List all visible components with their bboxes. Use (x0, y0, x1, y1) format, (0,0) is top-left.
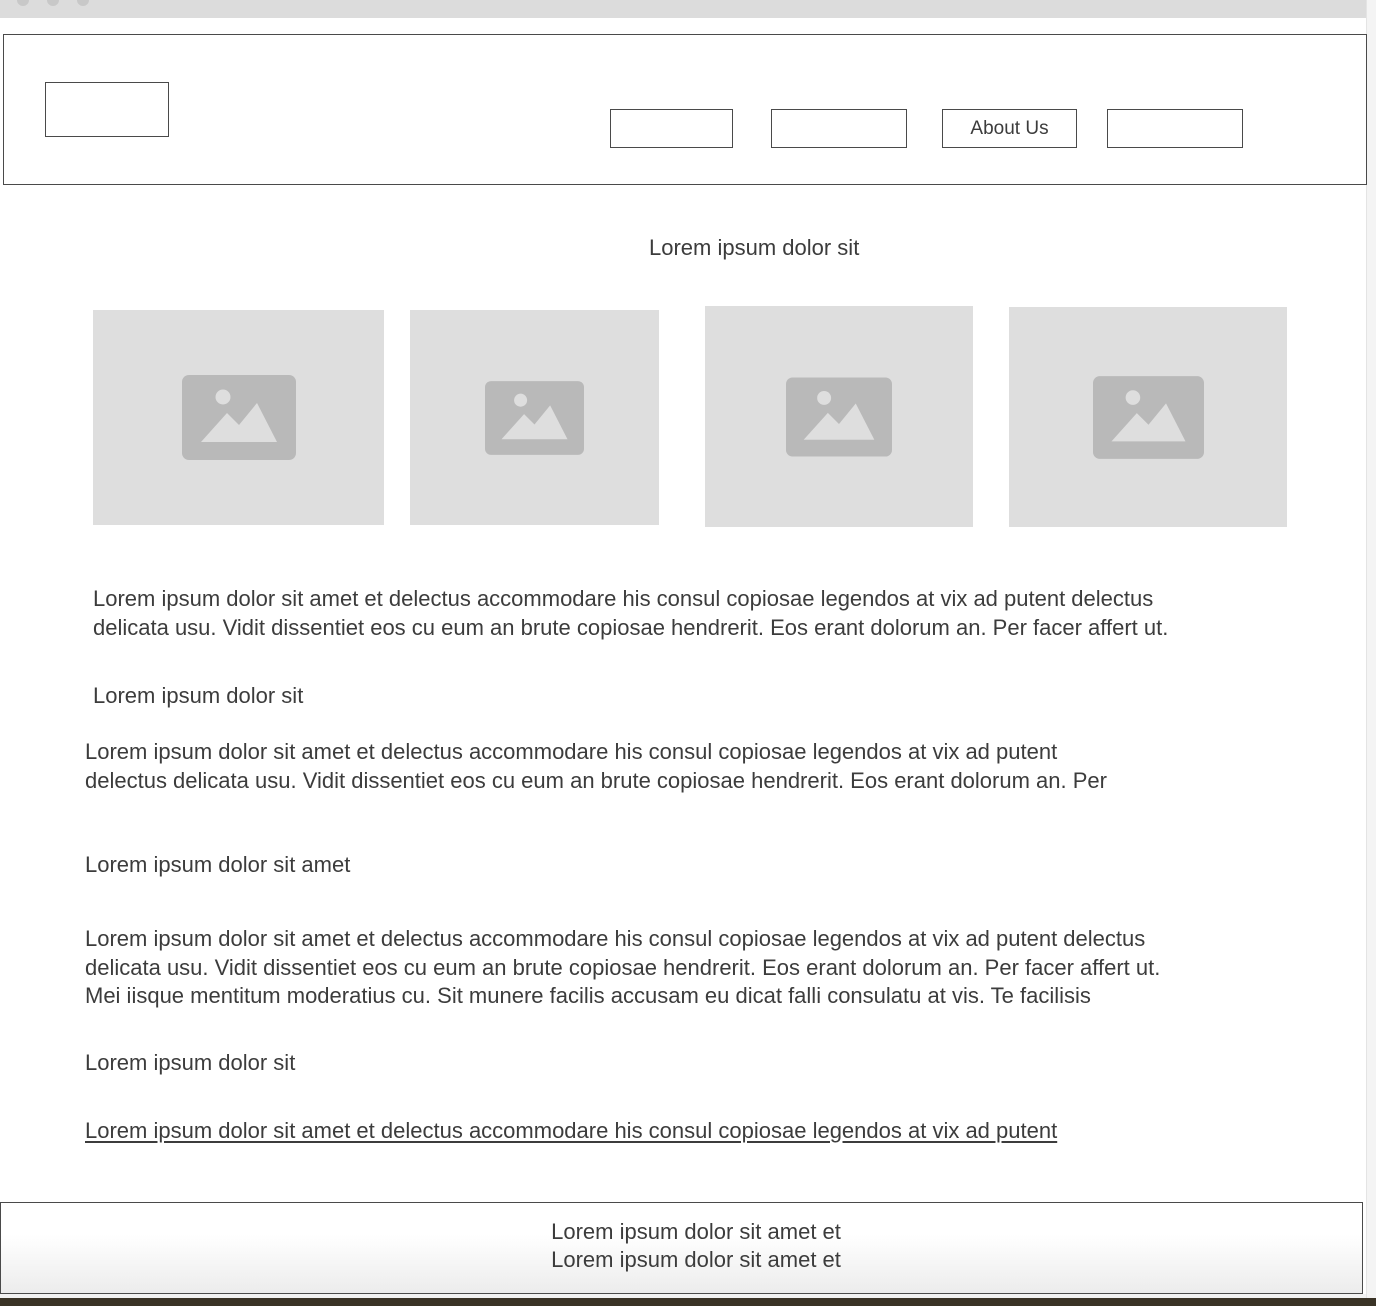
image-placeholder-icon (1092, 375, 1204, 459)
image-placeholder-4 (1009, 307, 1287, 527)
intro-paragraph: Lorem ipsum dolor sit amet et delectus a… (93, 585, 1168, 642)
image-placeholder-1 (93, 310, 384, 525)
intro-line: delicata usu. Vidit dissentiet eos cu eu… (93, 614, 1169, 640)
logo-placeholder[interactable] (45, 82, 169, 137)
nav-button-4[interactable] (1107, 109, 1243, 148)
nav-button-2[interactable] (771, 109, 907, 148)
image-placeholder-icon (181, 375, 296, 460)
desktop-background-strip (0, 1298, 1376, 1306)
scrollbar-track[interactable] (1366, 0, 1376, 1306)
content-link[interactable]: Lorem ipsum dolor sit amet et delectus a… (85, 1118, 1057, 1143)
paragraph-2: Lorem ipsum dolor sit amet et delectus a… (85, 925, 1160, 1011)
nav-button-about-us[interactable]: About Us (942, 109, 1077, 148)
footer-line: Lorem ipsum dolor sit amet et (551, 1219, 841, 1244)
image-placeholder-2 (410, 310, 659, 525)
paragraph-line: Lorem ipsum dolor sit amet et delectus a… (85, 926, 1146, 951)
paragraph-1: Lorem ipsum dolor sit amet et delectus a… (85, 738, 1107, 795)
subheading-2: Lorem ipsum dolor sit amet (85, 852, 351, 877)
paragraph-line: Mei iisque mentitum moderatius cu. Sit m… (85, 983, 1091, 1008)
section-title: Lorem ipsum dolor sit (649, 235, 860, 260)
paragraph-line: delicata usu. Vidit dissentiet eos cu eu… (85, 954, 1161, 980)
subheading-1: Lorem ipsum dolor sit (93, 683, 304, 708)
window-titlebar (0, 0, 1366, 18)
paragraph-line: Lorem ipsum dolor sit amet et delectus a… (85, 739, 1058, 764)
image-placeholder-3 (705, 306, 973, 527)
paragraph-line: delectus delicata usu. Vidit dissentiet … (85, 767, 1107, 793)
footer-text: Lorem ipsum dolor sit amet et Lorem ipsu… (0, 1218, 1376, 1274)
footer-line: Lorem ipsum dolor sit amet et (551, 1247, 841, 1272)
image-placeholder-icon (786, 376, 892, 457)
intro-line: Lorem ipsum dolor sit amet et delectus a… (93, 586, 1154, 611)
nav-button-1[interactable] (610, 109, 733, 148)
content-link-row: Lorem ipsum dolor sit amet et delectus a… (85, 1117, 1057, 1146)
subheading-3: Lorem ipsum dolor sit (85, 1050, 296, 1075)
image-placeholder-icon (485, 380, 584, 455)
